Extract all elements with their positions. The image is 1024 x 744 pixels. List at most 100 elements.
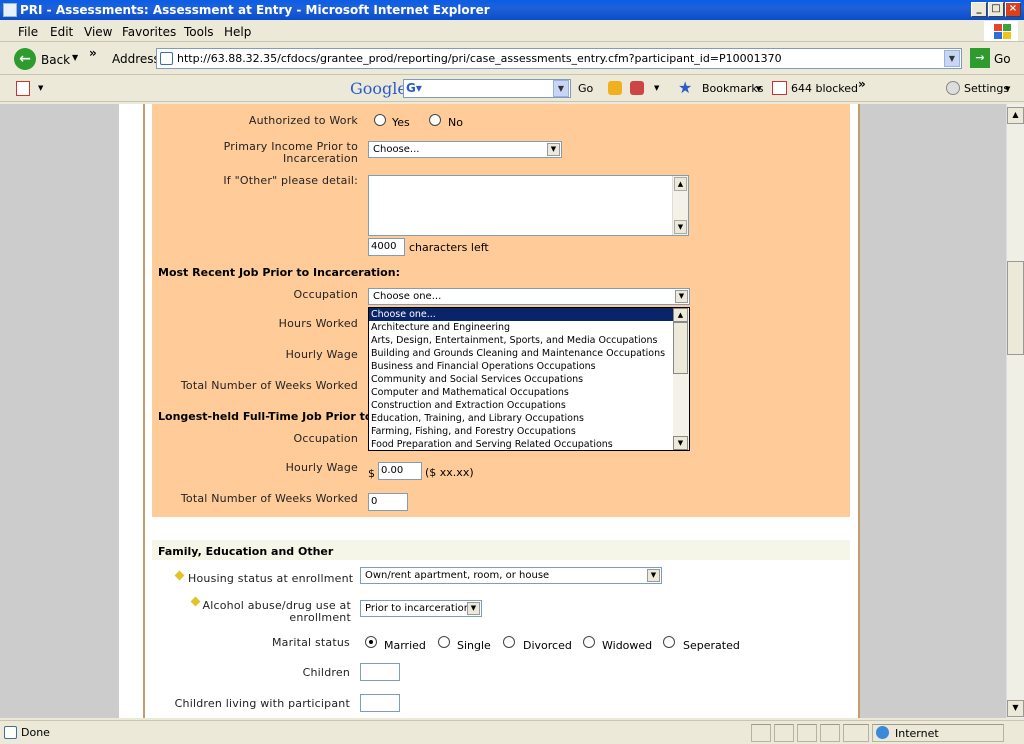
marital-married-radio[interactable] <box>365 636 377 648</box>
chars-left-counter: 4000 <box>368 238 405 256</box>
dropdown-scrollbar[interactable]: ▲ ▼ <box>673 308 689 450</box>
menu-view[interactable]: View <box>84 25 112 39</box>
wage-format-hint: ($ xx.xx) <box>425 466 474 479</box>
window-title: PRI - Assessments: Assessment at Entry -… <box>20 3 490 17</box>
acrobat-icon[interactable] <box>16 81 30 96</box>
housing-select[interactable]: Own/rent apartment, room, or house ▼ <box>360 567 662 584</box>
marital-single-radio[interactable] <box>438 636 450 648</box>
marital-widowed-label: Widowed <box>602 639 653 652</box>
address-bar[interactable]: http://63.88.32.35/cfdocs/grantee_prod/r… <box>156 48 962 69</box>
status-pane <box>843 724 869 742</box>
go-arrow-icon[interactable]: → <box>970 48 990 68</box>
menu-favorites[interactable]: Favorites <box>122 25 176 39</box>
authorized-no-radio[interactable] <box>429 114 441 126</box>
settings-button[interactable]: Settings <box>964 82 1009 95</box>
occupation-dropdown-list[interactable]: Choose one... Architecture and Engineerin… <box>368 307 690 451</box>
marital-married-label: Married <box>384 639 426 652</box>
occupation-option[interactable]: Construction and Extraction Occupations <box>369 399 673 412</box>
address-dropdown-icon[interactable]: ▼ <box>944 50 960 67</box>
textarea-scrollbar[interactable]: ▲ ▼ <box>672 176 688 235</box>
alcohol-select[interactable]: Prior to incarceration ▼ <box>360 600 482 617</box>
primary-income-label-2: Incarceration <box>282 152 358 165</box>
zone-label: Internet <box>895 727 939 740</box>
status-pane <box>774 724 794 742</box>
authorized-yes-radio[interactable] <box>374 114 386 126</box>
marital-single-label: Single <box>457 639 491 652</box>
back-button-label[interactable]: Back <box>41 53 70 67</box>
close-button[interactable]: × <box>1005 2 1021 17</box>
occupation-option[interactable]: Education, Training, and Library Occupat… <box>369 412 673 425</box>
recent-job-heading: Most Recent Job Prior to Incarceration: <box>158 266 400 279</box>
popups-blocked-count[interactable]: 644 blocked <box>791 82 858 95</box>
page-scroll-thumb[interactable] <box>1007 261 1024 355</box>
primary-income-select[interactable]: Choose... ▼ <box>368 141 562 158</box>
longest-weeks-input[interactable]: 0 <box>368 493 408 511</box>
google-toolbar: ▼ Google G▾ ▼ Go ▼ ★ Bookmarks ▼ 644 blo… <box>0 76 1024 102</box>
globe-icon <box>876 726 889 739</box>
primary-income-value: Choose... <box>373 144 420 155</box>
occupation-option[interactable]: Building and Grounds Cleaning and Mainte… <box>369 347 673 360</box>
children-living-input[interactable] <box>360 694 400 712</box>
zone-pane: Internet <box>872 724 1004 742</box>
acrobat-dropdown-icon[interactable]: ▼ <box>38 84 43 92</box>
minimize-button[interactable]: _ <box>971 2 987 17</box>
housing-label: Housing status at enrollment <box>188 572 354 585</box>
star-icon[interactable]: ★ <box>678 78 692 97</box>
title-bar: PRI - Assessments: Assessment at Entry -… <box>0 0 1024 20</box>
recent-weeks-label: Total Number of Weeks Worked <box>180 379 358 392</box>
menu-file[interactable]: File <box>18 25 38 39</box>
google-toolbar-chevron-icon[interactable]: » <box>858 77 866 91</box>
settings-dropdown-icon[interactable]: ▼ <box>1005 85 1010 93</box>
address-url[interactable]: http://63.88.32.35/cfdocs/grantee_prod/r… <box>177 52 782 65</box>
occupation-option[interactable]: Choose one... <box>369 308 673 321</box>
google-go-button[interactable]: Go <box>578 82 593 95</box>
occupation-option[interactable]: Computer and Mathematical Occupations <box>369 386 673 399</box>
page-done-icon <box>4 726 17 739</box>
occupation-option[interactable]: Food Preparation and Serving Related Occ… <box>369 438 673 450</box>
popup-blocker-icon[interactable] <box>772 81 787 95</box>
recent-occupation-select[interactable]: Choose one... ▼ <box>368 288 690 305</box>
menu-edit[interactable]: Edit <box>50 25 73 39</box>
scroll-up-icon[interactable]: ▲ <box>674 177 687 191</box>
occupation-option[interactable]: Community and Social Services Occupation… <box>369 373 673 386</box>
occupation-option[interactable]: Farming, Fishing, and Forestry Occupatio… <box>369 425 673 438</box>
options-dropdown-icon[interactable]: ▼ <box>654 84 659 92</box>
options-icon[interactable] <box>630 81 644 95</box>
settings-icon[interactable] <box>946 81 960 95</box>
scroll-down-icon[interactable]: ▼ <box>673 436 688 450</box>
back-arrow-icon[interactable]: ← <box>14 48 36 70</box>
bookmarks-button[interactable]: Bookmarks <box>702 82 763 95</box>
scroll-down-icon[interactable]: ▼ <box>674 220 687 234</box>
marital-divorced-radio[interactable] <box>503 636 515 648</box>
occupation-option[interactable]: Arts, Design, Entertainment, Sports, and… <box>369 334 673 347</box>
occupation-option[interactable]: Architecture and Engineering <box>369 321 673 334</box>
menu-help[interactable]: Help <box>224 25 251 39</box>
scroll-up-icon[interactable]: ▲ <box>673 308 688 322</box>
children-living-label: Children living with participant <box>174 697 350 710</box>
alcohol-value: Prior to incarceration <box>365 603 471 614</box>
longest-wage-input[interactable]: 0.00 <box>378 462 422 480</box>
marital-widowed-radio[interactable] <box>583 636 595 648</box>
marital-seperated-radio[interactable] <box>663 636 675 648</box>
dropdown-scroll-thumb[interactable] <box>673 322 688 374</box>
chevron-down-icon: ▼ <box>467 602 480 615</box>
status-bar: Done Internet <box>0 720 1024 744</box>
maximize-button[interactable]: □ <box>988 2 1004 17</box>
address-toolbar: ← Back ▼ » Address http://63.88.32.35/cf… <box>0 43 1024 75</box>
page-body: Authorized to Work Yes No Primary Income… <box>119 104 860 718</box>
menu-tools[interactable]: Tools <box>184 25 214 39</box>
go-button[interactable]: Go <box>994 52 1011 66</box>
occupation-option[interactable]: Business and Financial Operations Occupa… <box>369 360 673 373</box>
scroll-down-icon[interactable]: ▼ <box>1007 700 1024 717</box>
other-detail-textarea[interactable]: ▲ ▼ <box>368 175 689 236</box>
google-search-dropdown-icon[interactable]: ▼ <box>553 80 569 97</box>
chars-left-label: characters left <box>409 241 489 254</box>
scroll-up-icon[interactable]: ▲ <box>1007 107 1024 124</box>
bookmarks-dropdown-icon[interactable]: ▼ <box>756 85 761 93</box>
google-search-input[interactable]: G▾ ▼ <box>403 79 571 98</box>
pagerank-icon[interactable] <box>608 81 622 95</box>
back-dropdown-icon[interactable]: ▼ <box>72 53 78 62</box>
page-scrollbar[interactable]: ▲ ▼ <box>1006 104 1024 718</box>
toolbar-chevron-icon[interactable]: » <box>89 46 97 60</box>
children-input[interactable] <box>360 663 400 681</box>
